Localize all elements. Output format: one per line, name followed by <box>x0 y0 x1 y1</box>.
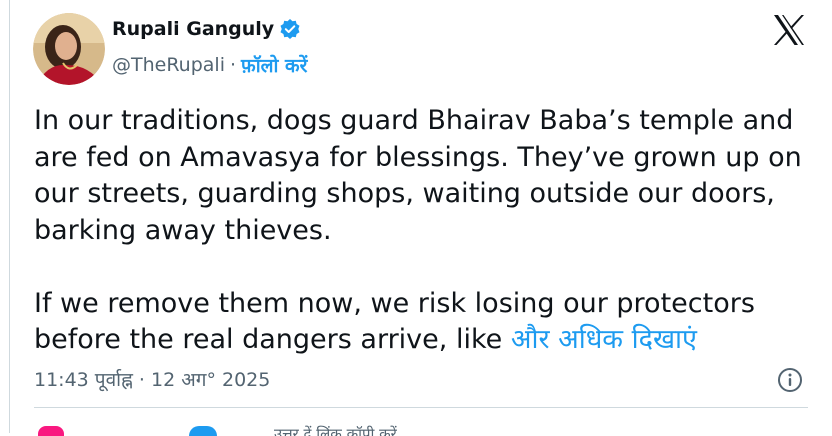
actions-bar: उत्तर दें लिंक कॉपी करें <box>34 424 814 436</box>
tweet-paragraph-1: In our traditions, dogs guard Bhairav Ba… <box>34 105 802 246</box>
timestamp[interactable]: 11:43 पूर्वाह्न · 12 अग° 2025 <box>34 366 270 392</box>
verified-badge-icon <box>279 18 301 40</box>
divider <box>34 407 808 408</box>
x-logo-icon[interactable] <box>772 14 806 46</box>
heart-icon[interactable] <box>38 426 64 436</box>
actions-label-text[interactable]: उत्तर दें लिंक कॉपी करें <box>274 424 397 436</box>
show-more-link[interactable]: और अधिक दिखाएं <box>511 324 697 355</box>
author-row: Rupali Ganguly <box>112 18 301 40</box>
author-name[interactable]: Rupali Ganguly <box>112 18 274 40</box>
avatar[interactable] <box>33 13 105 85</box>
reply-icon[interactable] <box>189 426 217 436</box>
tweet-paragraph-2: If we remove them now, we risk losing ou… <box>34 286 814 359</box>
handle-row: @TheRupali · फ़ॉलो करें <box>112 52 307 78</box>
follow-link[interactable]: फ़ॉलो करें <box>241 52 307 78</box>
info-icon[interactable] <box>777 367 803 393</box>
tweet-text: In our traditions, dogs guard Bhairav Ba… <box>34 103 814 359</box>
separator-dot: · <box>230 54 237 76</box>
author-handle[interactable]: @TheRupali <box>112 54 225 76</box>
